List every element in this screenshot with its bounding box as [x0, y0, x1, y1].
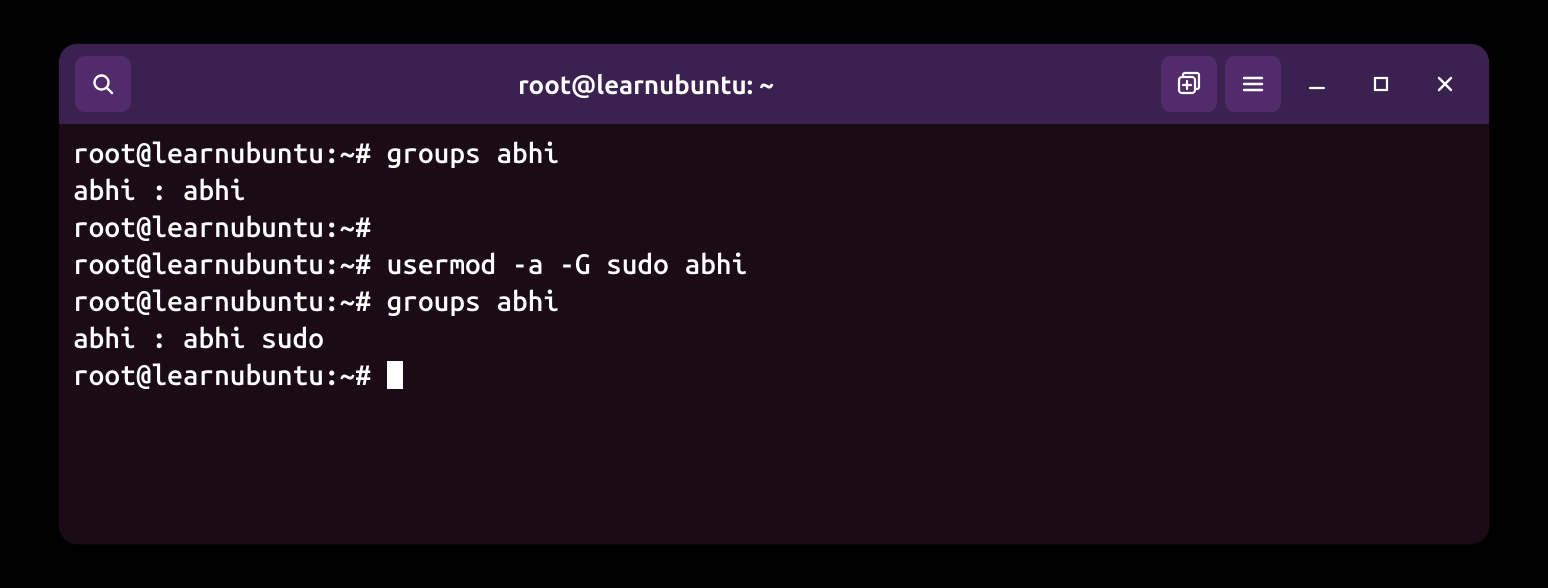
- window-title: root@learnubuntu: ~: [139, 70, 1153, 99]
- search-button[interactable]: [75, 56, 131, 112]
- minimize-button[interactable]: [1289, 56, 1345, 112]
- terminal-line: root@learnubuntu:~# groups abhi: [73, 284, 1475, 321]
- terminal-line: abhi : abhi: [73, 173, 1475, 210]
- terminal-line: root@learnubuntu:~# usermod -a -G sudo a…: [73, 247, 1475, 284]
- terminal-window: root@learnubuntu: ~: [59, 44, 1489, 544]
- close-icon: [1436, 75, 1454, 93]
- cursor: [387, 361, 403, 389]
- terminal-line: root@learnubuntu:~# groups abhi: [73, 136, 1475, 173]
- maximize-icon: [1373, 76, 1389, 92]
- hamburger-icon: [1241, 72, 1265, 96]
- maximize-button[interactable]: [1353, 56, 1409, 112]
- close-button[interactable]: [1417, 56, 1473, 112]
- new-tab-button[interactable]: [1161, 56, 1217, 112]
- terminal-line: abhi : abhi sudo: [73, 321, 1475, 358]
- terminal-line: root@learnubuntu:~#: [73, 210, 1475, 247]
- minimize-icon: [1308, 75, 1326, 93]
- terminal-prompt: root@learnubuntu:~#: [73, 360, 387, 391]
- terminal-line: root@learnubuntu:~#: [73, 358, 1475, 395]
- titlebar: root@learnubuntu: ~: [59, 44, 1489, 124]
- search-icon: [91, 72, 115, 96]
- new-tab-icon: [1176, 71, 1202, 97]
- terminal-body[interactable]: root@learnubuntu:~# groups abhi abhi : a…: [59, 124, 1489, 544]
- menu-button[interactable]: [1225, 56, 1281, 112]
